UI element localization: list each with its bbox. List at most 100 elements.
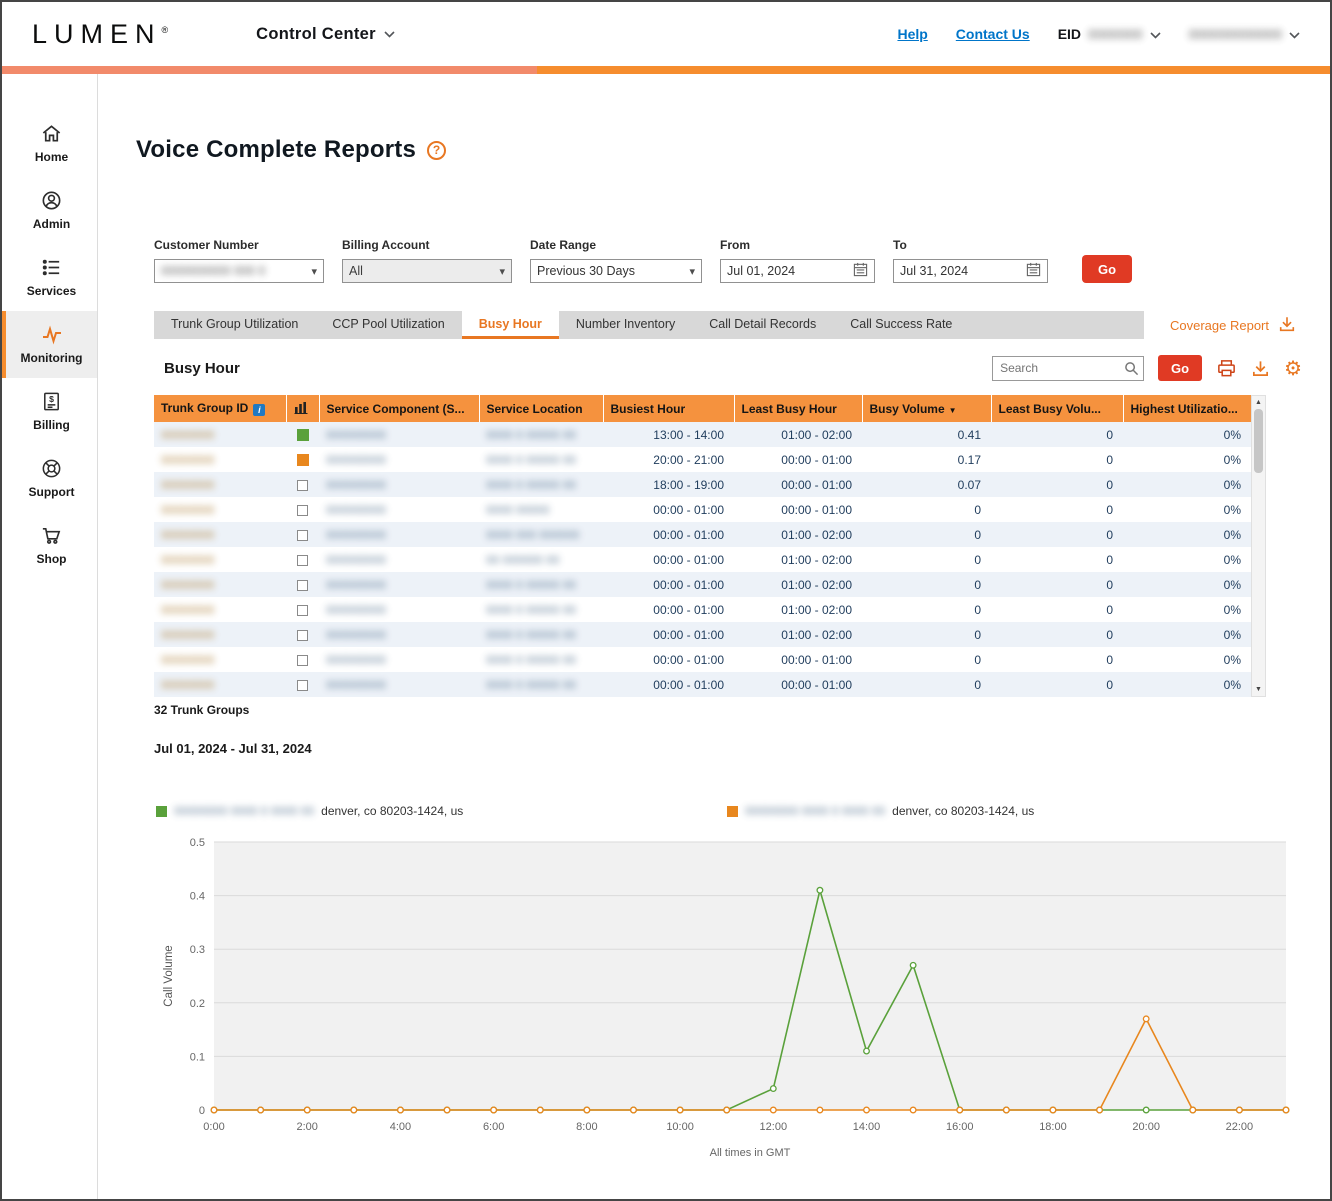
tab-ccp-pool-utilization[interactable]: CCP Pool Utilization [315, 311, 461, 339]
row-chart-checkbox[interactable] [297, 429, 309, 441]
least-busy-volume-cell: 0 [991, 472, 1123, 497]
row-chart-checkbox[interactable] [297, 580, 308, 591]
eid-menu[interactable]: EID 0000000 [1058, 26, 1161, 42]
svg-text:16:00: 16:00 [946, 1121, 974, 1133]
trunk-group-id-cell[interactable]: 00000000 [154, 622, 286, 647]
row-chart-checkbox[interactable] [297, 555, 308, 566]
trunk-group-id-cell[interactable]: 00000000 [154, 672, 286, 697]
tab-number-inventory[interactable]: Number Inventory [559, 311, 692, 339]
column-header-busiest-hour[interactable]: Busiest Hour [603, 395, 734, 422]
chevron-down-icon: ▾ [311, 265, 317, 278]
svg-text:$: $ [49, 393, 54, 403]
bar-chart-icon [294, 401, 308, 414]
least-busy-volume-cell: 0 [991, 497, 1123, 522]
info-icon[interactable]: i [253, 404, 265, 416]
trunk-group-id-cell[interactable]: 00000000 [154, 472, 286, 497]
trunk-group-id-cell[interactable]: 00000000 [154, 647, 286, 672]
scroll-down-icon[interactable]: ▼ [1255, 683, 1262, 696]
least-busy-hour-cell: 00:00 - 01:00 [734, 472, 862, 497]
sidebar-item-shop[interactable]: Shop [2, 512, 97, 579]
trunk-group-id-cell[interactable]: 00000000 [154, 572, 286, 597]
sidebar-item-billing[interactable]: $Billing [2, 378, 97, 445]
tab-call-success-rate[interactable]: Call Success Rate [833, 311, 969, 339]
scroll-up-icon[interactable]: ▲ [1255, 396, 1262, 409]
row-chart-checkbox[interactable] [297, 655, 308, 666]
column-header-least-busy-hour[interactable]: Least Busy Hour [734, 395, 862, 422]
table-scrollbar[interactable]: ▲ ▼ [1251, 395, 1266, 697]
column-header-busy-volume[interactable]: Busy Volume▼ [862, 395, 991, 422]
trunk-group-id-cell[interactable]: 00000000 [154, 597, 286, 622]
tab-busy-hour[interactable]: Busy Hour [462, 311, 559, 339]
row-chart-checkbox[interactable] [297, 530, 308, 541]
busiest-hour-cell: 20:00 - 21:00 [603, 447, 734, 472]
search-input[interactable] [992, 356, 1144, 381]
customer-number-select[interactable]: 0000000000 000 0▾ [154, 259, 324, 283]
top-header: LUMEN® Control Center Help Contact Us EI… [2, 2, 1330, 66]
print-icon[interactable] [1216, 358, 1237, 378]
svg-text:0.4: 0.4 [190, 891, 205, 903]
scroll-thumb[interactable] [1254, 409, 1263, 473]
highest-utilization-cell: 0% [1123, 647, 1251, 672]
to-date-label: To [893, 238, 1048, 252]
trunk-group-id-cell[interactable]: 00000000 [154, 497, 286, 522]
sidebar-item-label: Shop [37, 552, 67, 566]
highest-utilization-cell: 0% [1123, 597, 1251, 622]
row-chart-checkbox[interactable] [297, 680, 308, 691]
column-header-service-location[interactable]: Service Location [479, 395, 603, 422]
column-header-chart[interactable] [286, 395, 319, 422]
svg-text:18:00: 18:00 [1039, 1121, 1067, 1133]
filters-go-button[interactable]: Go [1082, 255, 1132, 283]
sidebar-item-monitoring[interactable]: Monitoring [2, 311, 97, 378]
from-date-input[interactable]: Jul 01, 2024 [720, 259, 875, 283]
sidebar-item-services[interactable]: Services [2, 244, 97, 311]
sidebar-item-support[interactable]: Support [2, 445, 97, 512]
tab-call-detail-records[interactable]: Call Detail Records [692, 311, 833, 339]
chart-toggle-cell [286, 497, 319, 522]
row-chart-checkbox[interactable] [297, 630, 308, 641]
row-chart-checkbox[interactable] [297, 480, 308, 491]
row-chart-checkbox[interactable] [297, 505, 308, 516]
search-go-button[interactable]: Go [1158, 355, 1202, 381]
download-report-icon[interactable] [1251, 359, 1270, 378]
service-component-cell: 000000000 [319, 522, 479, 547]
column-header-least-busy-volu[interactable]: Least Busy Volu... [991, 395, 1123, 422]
chart-legend: 00000000 0000 0 0000 00denver, co 80203-… [154, 804, 1302, 820]
table-row: 0000000000000000000 000000 0000:00 - 01:… [154, 547, 1251, 572]
column-header-trunk-group-id[interactable]: Trunk Group IDi [154, 395, 286, 422]
to-date-input[interactable]: Jul 31, 2024 [893, 259, 1048, 283]
settings-gear-icon[interactable]: ⚙ [1284, 358, 1302, 378]
trunk-group-id-cell[interactable]: 00000000 [154, 522, 286, 547]
service-location-cell: 00 000000 00 [479, 547, 603, 572]
contact-us-link[interactable]: Contact Us [956, 26, 1030, 42]
table-row: 000000000000000000000 0 00000 0000:00 - … [154, 647, 1251, 672]
page-help-icon[interactable]: ? [427, 141, 446, 160]
sidebar-item-home[interactable]: Home [2, 110, 97, 177]
busy-volume-cell: 0 [862, 572, 991, 597]
tab-trunk-group-utilization[interactable]: Trunk Group Utilization [154, 311, 315, 339]
row-chart-checkbox[interactable] [297, 605, 308, 616]
least-busy-volume-cell: 0 [991, 547, 1123, 572]
service-component-cell: 000000000 [319, 672, 479, 697]
billing-account-select[interactable]: All▾ [342, 259, 512, 283]
user-name: 000000000000 [1189, 26, 1282, 42]
legend-location: denver, co 80203-1424, us [321, 804, 463, 818]
trunk-group-id-cell[interactable]: 00000000 [154, 447, 286, 472]
trunk-group-id-cell[interactable]: 00000000 [154, 547, 286, 572]
sidebar-item-admin[interactable]: Admin [2, 177, 97, 244]
user-menu[interactable]: 000000000000 [1189, 26, 1300, 42]
highest-utilization-cell: 0% [1123, 497, 1251, 522]
least-busy-volume-cell: 0 [991, 647, 1123, 672]
section-title: Busy Hour [164, 360, 240, 377]
column-header-service-component-s[interactable]: Service Component (S... [319, 395, 479, 422]
coverage-report-link[interactable]: Coverage Report [1144, 311, 1302, 339]
date-range-select[interactable]: Previous 30 Days▾ [530, 259, 702, 283]
trunk-group-id-cell[interactable]: 00000000 [154, 422, 286, 447]
table-row: 000000000000000000000 0 00000 0000:00 - … [154, 622, 1251, 647]
service-location-cell: 0000 00000 [479, 497, 603, 522]
control-center-menu[interactable]: Control Center [256, 25, 395, 44]
column-header-highest-utilizatio[interactable]: Highest Utilizatio... [1123, 395, 1251, 422]
row-chart-checkbox[interactable] [297, 454, 309, 466]
chart-toggle-cell [286, 597, 319, 622]
help-link[interactable]: Help [897, 26, 927, 42]
sidebar-item-label: Monitoring [21, 351, 83, 365]
